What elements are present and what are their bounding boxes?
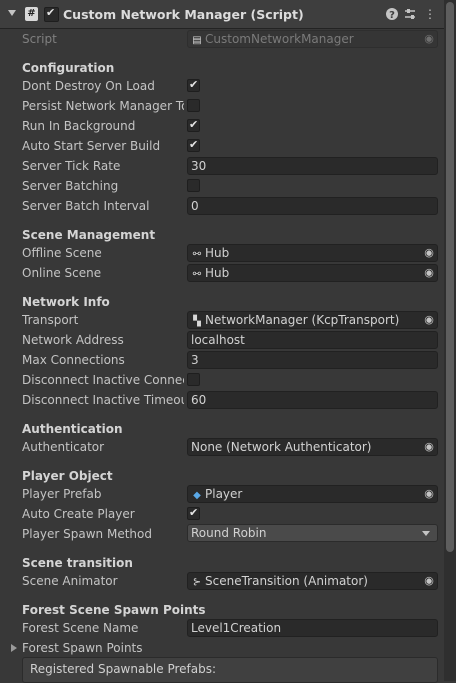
forest-scene-name-input[interactable]: Level1Creation bbox=[187, 619, 438, 637]
transport-label: Transport bbox=[22, 313, 79, 327]
component-foldout-arrow-icon[interactable] bbox=[8, 10, 16, 16]
disconnect-timeout-input[interactable]: 60 bbox=[187, 391, 438, 409]
spawn-method-label: Player Spawn Method bbox=[22, 527, 152, 541]
object-picker-icon[interactable]: ◉ bbox=[423, 267, 435, 279]
batch-interval-input[interactable]: 0 bbox=[187, 197, 438, 215]
component-enabled-checkbox[interactable]: ✔ bbox=[44, 6, 59, 22]
help-icon[interactable]: ? bbox=[385, 7, 399, 21]
scene-asset-icon: ⚯ bbox=[192, 249, 202, 260]
transport-component-icon: ▚ bbox=[193, 316, 201, 327]
auto-create-player-checkbox[interactable]: ✔ bbox=[187, 506, 200, 520]
object-picker-icon[interactable]: ◉ bbox=[423, 314, 435, 326]
auto-start-checkbox[interactable]: ✔ bbox=[187, 138, 200, 152]
animator-icon: ⊱ bbox=[192, 577, 202, 588]
dont-destroy-label: Dont Destroy On Load bbox=[22, 79, 155, 93]
tick-rate-label: Server Tick Rate bbox=[22, 159, 121, 173]
max-connections-label: Max Connections bbox=[22, 353, 125, 367]
online-scene-field[interactable]: ⚯ Hub ◉ bbox=[187, 264, 438, 282]
online-scene-label: Online Scene bbox=[22, 266, 102, 280]
player-object-header: Player Object bbox=[22, 469, 113, 483]
batch-interval-label: Server Batch Interval bbox=[22, 199, 150, 213]
forest-scene-name-label: Forest Scene Name bbox=[22, 621, 139, 635]
registered-prefabs-list: Registered Spawnable Prefabs: bbox=[22, 657, 438, 683]
transport-value: NetworkManager (KcpTransport) bbox=[205, 313, 400, 327]
scene-transition-header: Scene transition bbox=[22, 556, 133, 570]
auto-start-label: Auto Start Server Build bbox=[22, 139, 161, 153]
forest-spawn-points-foldout[interactable]: Forest Spawn Points bbox=[22, 640, 184, 656]
scene-animator-value: SceneTransition (Animator) bbox=[205, 574, 368, 588]
configuration-header: Configuration bbox=[22, 61, 115, 75]
offline-scene-value: Hub bbox=[205, 246, 230, 260]
preset-icon[interactable] bbox=[403, 7, 417, 21]
scrollbar-thumb[interactable] bbox=[446, 2, 454, 552]
script-value: CustomNetworkManager bbox=[205, 32, 354, 46]
authenticator-value: None (Network Authenticator) bbox=[191, 440, 372, 454]
authentication-header: Authentication bbox=[22, 422, 123, 436]
network-address-label: Network Address bbox=[22, 333, 124, 347]
checkmark-icon: ✔ bbox=[46, 6, 56, 19]
server-batching-checkbox[interactable] bbox=[187, 179, 200, 192]
component-header: # ✔ Custom Network Manager (Script) ? ⋮ bbox=[0, 0, 444, 29]
spawn-method-value: Round Robin bbox=[191, 526, 267, 540]
player-prefab-label: Player Prefab bbox=[22, 487, 102, 501]
script-field: ▤ CustomNetworkManager ◉ bbox=[187, 30, 438, 48]
spawn-method-dropdown[interactable]: Round Robin bbox=[187, 524, 438, 542]
script-icon: # bbox=[25, 7, 38, 21]
tick-rate-input[interactable]: 30 bbox=[187, 157, 438, 175]
script-label: Script bbox=[22, 32, 57, 46]
scene-asset-icon: ⚯ bbox=[192, 269, 202, 280]
chevron-down-icon bbox=[422, 531, 430, 536]
auto-create-player-label: Auto Create Player bbox=[22, 507, 135, 521]
disconnect-inactive-checkbox[interactable] bbox=[187, 373, 200, 386]
disconnect-timeout-label: Disconnect Inactive Timeout bbox=[22, 393, 184, 407]
svg-text:?: ? bbox=[389, 10, 395, 21]
network-info-header: Network Info bbox=[22, 295, 110, 309]
checkmark-icon: ✔ bbox=[189, 138, 199, 151]
script-file-icon: ▤ bbox=[192, 35, 202, 46]
offline-scene-label: Offline Scene bbox=[22, 246, 102, 260]
chevron-right-icon[interactable] bbox=[11, 644, 17, 652]
checkmark-icon: ✔ bbox=[189, 118, 199, 131]
object-picker-icon: ◉ bbox=[424, 32, 434, 45]
persist-label: Persist Network Manager To bbox=[22, 99, 184, 113]
more-icon[interactable]: ⋮ bbox=[423, 7, 437, 21]
player-prefab-value: Player bbox=[205, 487, 243, 501]
run-in-background-checkbox[interactable]: ✔ bbox=[187, 118, 200, 132]
disconnect-inactive-label: Disconnect Inactive Connect bbox=[22, 373, 184, 387]
dont-destroy-checkbox[interactable]: ✔ bbox=[187, 78, 200, 92]
object-picker-icon[interactable]: ◉ bbox=[423, 441, 435, 453]
offline-scene-field[interactable]: ⚯ Hub ◉ bbox=[187, 244, 438, 262]
online-scene-value: Hub bbox=[205, 266, 230, 280]
scene-management-header: Scene Management bbox=[22, 228, 156, 242]
transport-field[interactable]: ▚ NetworkManager (KcpTransport) ◉ bbox=[187, 311, 438, 329]
object-picker-icon[interactable]: ◉ bbox=[423, 247, 435, 259]
persist-checkbox[interactable] bbox=[187, 99, 200, 112]
checkmark-icon: ✔ bbox=[189, 506, 199, 519]
inspector-scrollbar[interactable] bbox=[444, 0, 456, 681]
checkmark-icon: ✔ bbox=[189, 78, 199, 91]
max-connections-input[interactable]: 3 bbox=[187, 351, 438, 369]
network-address-input[interactable]: localhost bbox=[187, 331, 438, 349]
prefab-cube-icon: ◆ bbox=[193, 490, 201, 501]
server-batching-label: Server Batching bbox=[22, 179, 119, 193]
object-picker-icon[interactable]: ◉ bbox=[423, 575, 435, 587]
object-picker-icon[interactable]: ◉ bbox=[423, 488, 435, 500]
scene-animator-label: Scene Animator bbox=[22, 574, 118, 588]
scene-animator-field[interactable]: ⊱ SceneTransition (Animator) ◉ bbox=[187, 572, 438, 590]
registered-prefabs-label: Registered Spawnable Prefabs: bbox=[30, 662, 217, 676]
run-in-background-label: Run In Background bbox=[22, 119, 136, 133]
component-title: Custom Network Manager (Script) bbox=[63, 7, 304, 22]
forest-spawn-header: Forest Scene Spawn Points bbox=[22, 603, 206, 617]
authenticator-field[interactable]: None (Network Authenticator) ◉ bbox=[187, 438, 438, 456]
authenticator-label: Authenticator bbox=[22, 440, 105, 454]
player-prefab-field[interactable]: ◆ Player ◉ bbox=[187, 485, 438, 503]
